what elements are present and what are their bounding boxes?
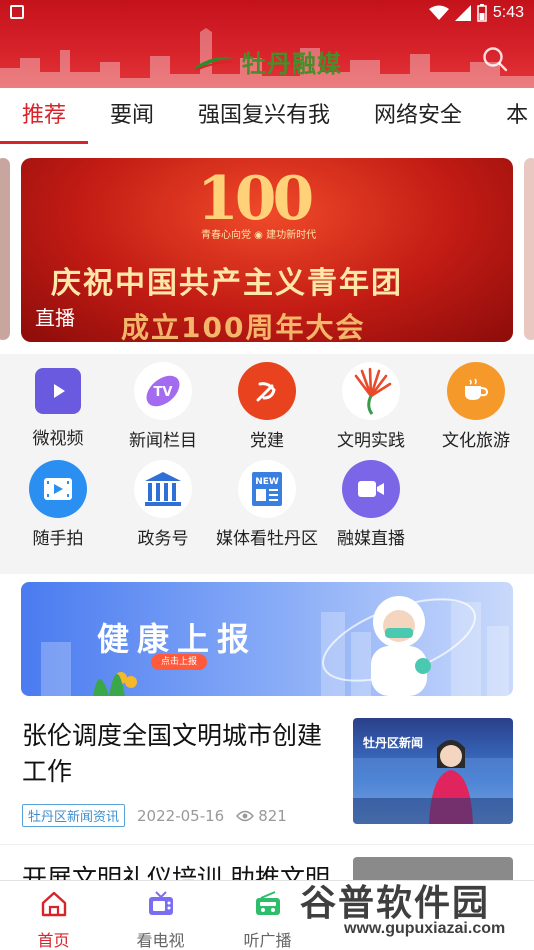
banner-number: 100 [197, 164, 314, 234]
news-date: 2022-05-16 [137, 806, 225, 825]
banner-subtitle: 成立100周年大会 [121, 311, 366, 342]
party-emblem-icon [238, 362, 296, 420]
news-views: 821 [236, 807, 287, 825]
grid-item-news-column[interactable]: TV 新闻栏目 [108, 362, 218, 451]
status-bar: 5:43 [0, 0, 534, 28]
health-illustration [41, 596, 509, 696]
film-icon [29, 460, 87, 518]
live-camera-icon [342, 460, 400, 518]
tab-cyber-security[interactable]: 网络安全 [352, 88, 484, 144]
radio-icon [255, 891, 280, 915]
news-source-tag: 牡丹区新闻资讯 [22, 804, 126, 827]
home-icon [41, 891, 66, 917]
wifi-icon [428, 5, 449, 20]
grid-label: 微视频 [32, 429, 84, 449]
nav-label: 看电视 [136, 931, 185, 950]
banner-title: 庆祝中国共产主义青年团 [51, 266, 403, 301]
news-icon: NEW [238, 460, 296, 518]
flower-icon [342, 362, 400, 420]
government-icon [134, 460, 192, 518]
category-tabs: 推荐 要闻 强国复兴有我 网络安全 本 [0, 88, 534, 144]
video-icon [35, 368, 81, 414]
grid-label: 文化旅游 [442, 431, 510, 451]
eye-icon [236, 810, 255, 821]
thumbnail-caption: 牡丹区新闻 [363, 736, 424, 750]
news-title: 张伦调度全国文明城市创建工作 [22, 721, 323, 786]
carousel-prev-card[interactable] [0, 158, 10, 340]
watermark-text: 谷普软件园 [300, 883, 491, 924]
grid-item-media-view[interactable]: NEW 媒体看牡丹区 [212, 460, 322, 549]
feature-grid: 微视频 TV 新闻栏目 党建 文明实践 文化旅游 随手拍 政务号 NEW 媒体看… [0, 354, 534, 562]
live-tag: 直播 [35, 306, 75, 330]
report-now-button[interactable]: 点击上报 [151, 654, 207, 670]
news-item[interactable]: 张伦调度全国文明城市创建工作 牡丹区新闻资讯 2022-05-16 821 牡丹… [0, 704, 534, 844]
grid-label: 融媒直播 [337, 529, 405, 549]
status-time: 5:43 [492, 4, 524, 21]
grid-item-snapshot[interactable]: 随手拍 [3, 460, 113, 549]
notification-icon [10, 5, 24, 19]
tv-column-icon: TV [134, 362, 192, 420]
grid-item-party-building[interactable]: 党建 [212, 362, 322, 451]
grid-label: 政务号 [137, 529, 189, 549]
tab-local[interactable]: 本 [484, 88, 534, 144]
news-thumbnail: 牡丹区新闻 [353, 718, 513, 824]
grid-label: 媒体看牡丹区 [216, 529, 318, 549]
banner-slogan: 青春心向党 ◉ 建功新时代 [201, 230, 317, 241]
tab-recommend[interactable]: 推荐 [0, 88, 89, 144]
svg-text:TV: TV [154, 385, 173, 400]
grid-item-micro-video[interactable]: 微视频 [3, 362, 113, 449]
grid-item-live-streaming[interactable]: 融媒直播 [316, 460, 426, 549]
nav-label: 首页 [37, 931, 70, 950]
brand-logo: 牡丹融媒 [192, 44, 342, 79]
tab-headlines[interactable]: 要闻 [88, 88, 176, 144]
app-header: 5:43 牡丹融媒 [0, 0, 534, 88]
site-watermark: 谷普软件园 www.gupuxiazai.com [300, 874, 530, 946]
health-report-banner[interactable]: 健康上报 点击上报 [21, 582, 513, 696]
grid-item-government[interactable]: 政务号 [108, 460, 218, 549]
featured-banner[interactable]: 100 青春心向党 ◉ 建功新时代 庆祝中国共产主义青年团 成立100周年大会 … [21, 158, 513, 342]
logo-swoosh-icon [194, 56, 236, 71]
battery-icon [477, 4, 487, 22]
health-report-section: 健康上报 点击上报 [0, 574, 534, 704]
banner-carousel: 100 青春心向党 ◉ 建功新时代 庆祝中国共产主义青年团 成立100周年大会 … [0, 144, 534, 354]
coffee-icon [447, 362, 505, 420]
nav-watch-tv[interactable]: 看电视 [107, 881, 214, 950]
grid-label: 随手拍 [32, 529, 84, 549]
signal-icon [454, 5, 471, 21]
nav-home[interactable]: 首页 [0, 881, 107, 950]
news-meta: 牡丹区新闻资讯 2022-05-16 821 [22, 804, 287, 827]
search-icon[interactable] [482, 46, 508, 72]
grid-label: 新闻栏目 [129, 431, 197, 451]
grid-label: 党建 [250, 431, 284, 451]
grid-item-civilization[interactable]: 文明实践 [316, 362, 426, 451]
brand-name: 牡丹融媒 [242, 49, 342, 78]
grid-label: 文明实践 [337, 431, 405, 451]
carousel-next-card[interactable] [524, 158, 534, 340]
grid-item-culture-tourism[interactable]: 文化旅游 [421, 362, 531, 451]
tv-icon [148, 891, 173, 915]
news-view-count: 821 [258, 806, 287, 825]
svg-text:NEW: NEW [255, 477, 279, 487]
watermark-url: www.gupuxiazai.com [344, 920, 506, 937]
tab-rejuvenation[interactable]: 强国复兴有我 [176, 88, 352, 144]
